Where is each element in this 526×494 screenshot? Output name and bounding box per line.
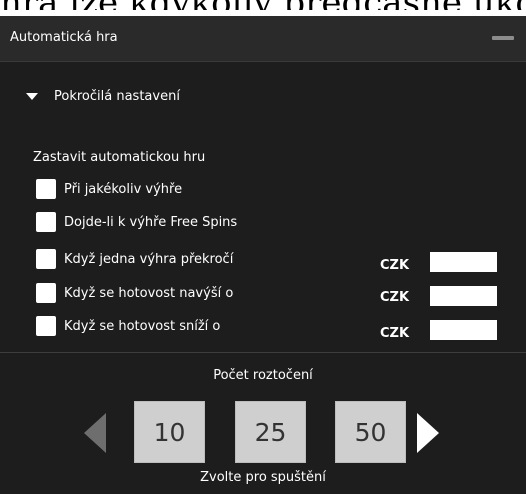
triangle-down-icon	[26, 93, 38, 100]
divider	[0, 352, 526, 353]
option-cash-increases: Když se hotovost navýší o	[36, 282, 233, 304]
cash-decreases-currency: CZK	[380, 326, 410, 341]
cash-increases-checkbox[interactable]	[36, 283, 56, 303]
single-win-exceeds-label: Když jedna výhra překročí	[64, 251, 234, 267]
spin-count-10-button[interactable]: 10	[134, 401, 205, 463]
panel-header: Automatická hra	[0, 16, 526, 62]
background-page-text: hra lze kdykoliv předčasně ukončit pomo	[0, 0, 526, 10]
free-spins-label: Dojde-li k výhře Free Spins	[64, 214, 238, 230]
panel-title: Automatická hra	[10, 30, 118, 45]
minimize-button[interactable]	[492, 36, 514, 40]
any-win-label: Při jakékoliv výhře	[64, 181, 183, 197]
option-free-spins: Dojde-li k výhře Free Spins	[36, 211, 237, 233]
spin-count-50-button[interactable]: 50	[335, 401, 406, 463]
advanced-settings-label: Pokročilá nastavení	[54, 89, 180, 104]
free-spins-checkbox[interactable]	[36, 212, 56, 232]
spin-count-label: Počet roztočení	[213, 368, 313, 383]
choose-to-start-label: Zvolte pro spuštění	[200, 470, 326, 485]
cash-increases-label: Když se hotovost navýší o	[64, 285, 234, 301]
cash-increases-input[interactable]	[430, 286, 497, 306]
stop-autoplay-label: Zastavit automatickou hru	[33, 150, 206, 165]
any-win-checkbox[interactable]	[36, 179, 56, 199]
cash-decreases-checkbox[interactable]	[36, 316, 56, 336]
autoplay-panel: Automatická hra Pokročilá nastavení Zast…	[0, 16, 526, 494]
previous-arrow-icon[interactable]	[84, 413, 106, 453]
single-win-currency: CZK	[380, 258, 410, 273]
cash-decreases-label: Když se hotovost sníží o	[64, 318, 221, 334]
spin-count-25-button[interactable]: 25	[235, 401, 306, 463]
advanced-settings-toggle[interactable]: Pokročilá nastavení	[26, 89, 180, 104]
option-single-win-exceeds: Když jedna výhra překročí	[36, 248, 233, 270]
single-win-exceeds-input[interactable]	[430, 252, 497, 272]
next-arrow-icon[interactable]	[417, 413, 439, 453]
cash-increases-currency: CZK	[380, 290, 410, 305]
cash-decreases-input[interactable]	[430, 320, 497, 340]
single-win-exceeds-checkbox[interactable]	[36, 249, 56, 269]
option-cash-decreases: Když se hotovost sníží o	[36, 315, 220, 337]
option-any-win: Při jakékoliv výhře	[36, 178, 182, 200]
